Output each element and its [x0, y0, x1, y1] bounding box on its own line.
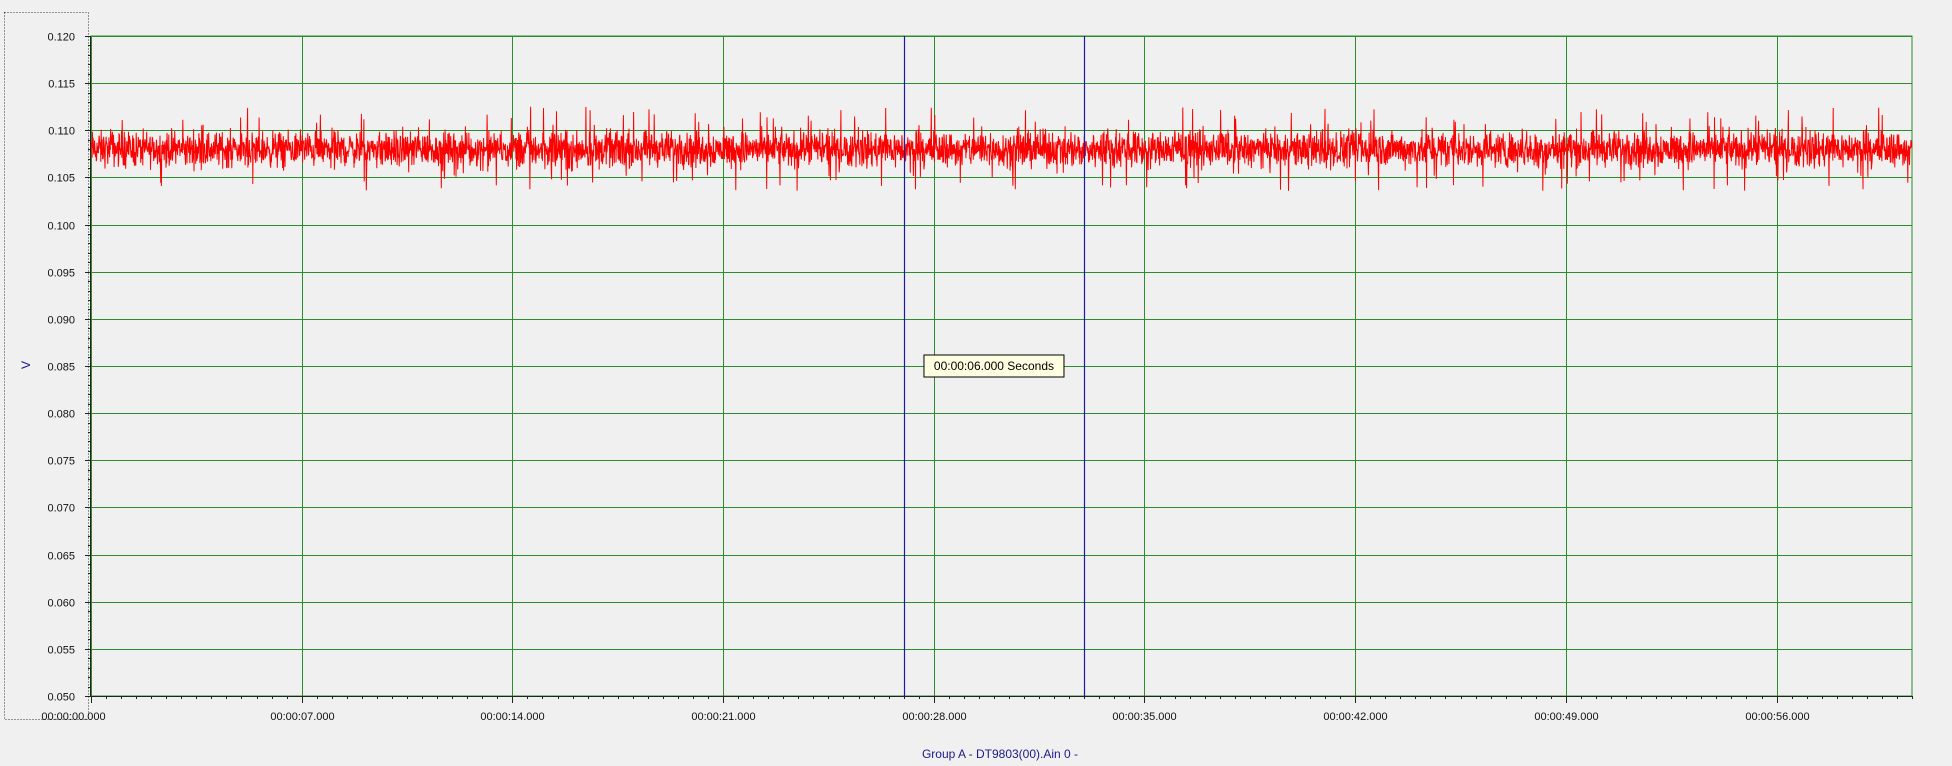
- signal-trace: [90, 106, 1913, 191]
- x-tick-label: 00:00:21.000: [691, 711, 755, 723]
- x-tick-label: 00:00:42.000: [1323, 711, 1387, 723]
- y-tick-label: 0.050: [47, 692, 75, 704]
- y-tick-label: 0.085: [47, 362, 75, 374]
- y-tick-label: 0.065: [47, 551, 75, 563]
- y-tick-label: 0.100: [47, 221, 75, 233]
- x-tick-label: 00:00:49.000: [1534, 711, 1598, 723]
- x-axis-title: Group A - DT9803(00).Ain 0 -: [922, 747, 1078, 761]
- y-tick-label: 0.075: [47, 456, 75, 468]
- cursor-delta-readout-text: 00:00:06.000 Seconds: [934, 359, 1054, 373]
- y-axis-title: V: [19, 361, 33, 369]
- x-tick-label: 00:00:00.000: [41, 711, 105, 723]
- x-tick-label: 00:00:56.000: [1745, 711, 1809, 723]
- y-tick-label: 0.090: [47, 315, 75, 327]
- x-tick-label: 00:00:28.000: [902, 711, 966, 723]
- y-tick-label: 0.095: [47, 268, 75, 280]
- y-tick-label: 0.120: [47, 32, 75, 44]
- y-tick-label: 0.055: [47, 645, 75, 657]
- y-tick-label: 0.115: [48, 79, 75, 91]
- y-tick-label: 0.105: [47, 173, 75, 185]
- y-tick-label: 0.080: [47, 409, 75, 421]
- y-tick-label: 0.060: [47, 598, 75, 610]
- waveform-chart[interactable]: 0.050 0.055 0.060 0.065 0.070 0.075 0.080 0.085…: [0, 0, 1952, 766]
- y-tick-label: 0.070: [47, 503, 75, 515]
- cursor-delta-readout: 00:00:06.000 Seconds: [923, 354, 1065, 378]
- x-tick-label: 00:00:35.000: [1112, 711, 1176, 723]
- x-tick-label: 00:00:07.000: [270, 711, 334, 723]
- y-tick-label: 0.110: [48, 126, 75, 138]
- x-tick-label: 00:00:14.000: [480, 711, 544, 723]
